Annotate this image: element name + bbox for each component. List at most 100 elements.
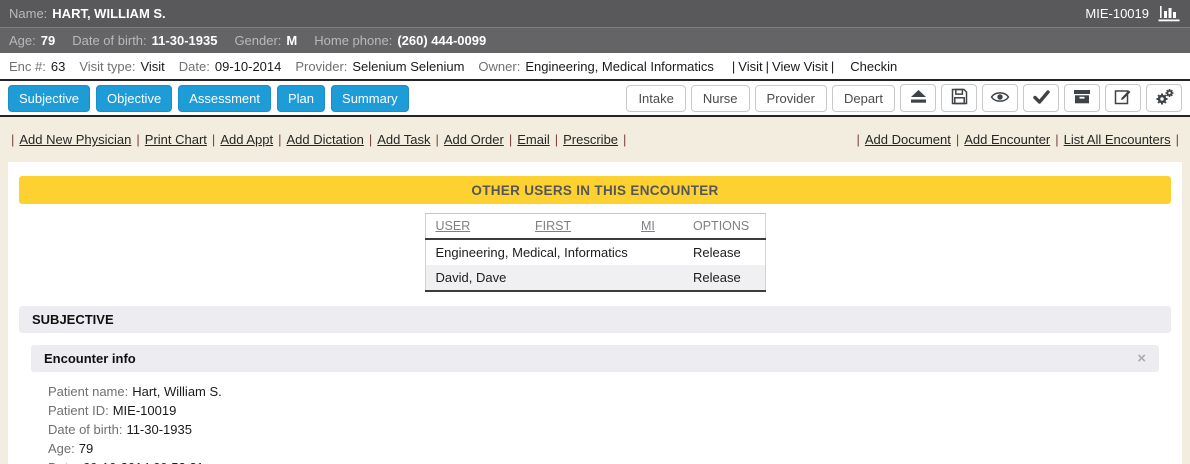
patient-name-label: Name:	[9, 6, 47, 21]
separator: |	[555, 132, 558, 147]
age-value: 79	[41, 33, 55, 48]
bar-chart-icon[interactable]	[1158, 5, 1181, 22]
release-link[interactable]: Release	[693, 270, 741, 285]
separator: |	[766, 59, 769, 74]
visit-type-label: Visit type:	[79, 59, 135, 74]
separator: |	[1055, 132, 1058, 147]
add-document-link[interactable]: Add Document	[865, 132, 951, 147]
add-task-link[interactable]: Add Task	[377, 132, 430, 147]
other-users-banner: OTHER USERS IN THIS ENCOUNTER	[19, 176, 1171, 204]
col-header-user[interactable]: USER	[425, 214, 525, 240]
tab-summary[interactable]: Summary	[331, 85, 409, 112]
tab-assessment[interactable]: Assessment	[178, 85, 271, 112]
subjective-section-header: SUBJECTIVE	[19, 306, 1171, 333]
archive-button[interactable]	[1064, 84, 1100, 112]
enc-date-field: Date:09-10-2014	[179, 59, 282, 74]
visit-link[interactable]: Visit	[738, 59, 762, 74]
provider-value: Selenium Selenium	[352, 59, 464, 74]
options-cell: Release	[683, 265, 765, 291]
add-dictation-link[interactable]: Add Dictation	[286, 132, 363, 147]
eject-icon	[909, 89, 928, 107]
intake-button[interactable]: Intake	[626, 85, 685, 112]
dob-value: 11-30-1935	[152, 33, 218, 48]
nurse-button[interactable]: Nurse	[691, 85, 750, 112]
dob-label: Date of birth:	[72, 33, 146, 48]
enc-number-field: Enc #: 63	[9, 59, 65, 74]
patient-name-value: HART, WILLIAM S.	[52, 6, 165, 21]
patient-header-bar: Name: HART, WILLIAM S. MIE-10019	[0, 0, 1190, 27]
save-button[interactable]	[941, 84, 977, 112]
visit-type-field: Visit type:Visit	[79, 59, 164, 74]
toolbar: Subjective Objective Assessment Plan Sum…	[0, 81, 1190, 117]
enc-number-value: 63	[51, 59, 65, 74]
depart-button[interactable]: Depart	[832, 85, 895, 112]
owner-value: Engineering, Medical Informatics	[525, 59, 714, 74]
table-header-row: USER FIRST MI OPTIONS	[425, 214, 765, 240]
provider-field: Provider:Selenium Selenium	[295, 59, 464, 74]
view-button[interactable]	[982, 84, 1018, 112]
separator: |	[1176, 132, 1179, 147]
list-all-encounters-link[interactable]: List All Encounters	[1064, 132, 1171, 147]
approve-button[interactable]	[1023, 84, 1059, 112]
edit-button[interactable]	[1105, 84, 1141, 112]
email-link[interactable]: Email	[517, 132, 550, 147]
other-users-table: USER FIRST MI OPTIONS Engineering, Medic…	[425, 213, 766, 292]
add-new-physician-link[interactable]: Add New Physician	[19, 132, 131, 147]
home-phone-value: (260) 444-0099	[397, 33, 486, 48]
table-row: David, Dave Release	[425, 265, 765, 291]
gender-field: Gender:M	[234, 33, 297, 48]
separator: |	[831, 59, 834, 74]
owner-label: Owner:	[478, 59, 520, 74]
release-link[interactable]: Release	[693, 245, 741, 260]
col-header-first[interactable]: FIRST	[525, 214, 631, 240]
col-header-mi[interactable]: MI	[631, 214, 683, 240]
add-appt-link[interactable]: Add Appt	[220, 132, 273, 147]
options-cell: Release	[683, 239, 765, 265]
add-order-link[interactable]: Add Order	[444, 132, 504, 147]
home-phone-field: Home phone: (260) 444-0099	[314, 33, 486, 48]
tab-plan[interactable]: Plan	[277, 85, 325, 112]
print-chart-link[interactable]: Print Chart	[145, 132, 207, 147]
check-icon	[1033, 90, 1050, 107]
gender-value: M	[286, 33, 297, 48]
table-row: Engineering, Medical, Informatics Releas…	[425, 239, 765, 265]
dob-field: Date of birth:11-30-1935	[48, 420, 1182, 439]
user-name-cell: Engineering, Medical, Informatics	[425, 239, 683, 265]
encounter-info-title: Encounter info	[44, 351, 136, 366]
gears-icon	[1154, 88, 1174, 109]
checkin-link[interactable]: Checkin	[850, 59, 897, 74]
encounter-info-header: Encounter info ×	[31, 345, 1159, 372]
enc-date-label: Date:	[179, 59, 210, 74]
close-icon[interactable]: ×	[1137, 351, 1146, 366]
content-panel: OTHER USERS IN THIS ENCOUNTER USER FIRST…	[8, 162, 1182, 464]
age-field: Age: 79	[9, 33, 55, 48]
age-label: Age:	[9, 33, 36, 48]
archive-icon	[1073, 89, 1091, 107]
date-field: Date:09-10-2014 09:52:21	[48, 458, 1182, 464]
toolbar-right-tools: Intake Nurse Provider Depart	[621, 84, 1182, 112]
separator: |	[369, 132, 372, 147]
home-phone-label: Home phone:	[314, 33, 392, 48]
settings-button[interactable]	[1146, 84, 1182, 112]
encounter-info-fields: Patient name:Hart, William S. Patient ID…	[48, 382, 1182, 464]
quick-links-right: | Add Document | Add Encounter | List All Enc…	[854, 132, 1181, 147]
patient-name-field: Patient name:Hart, William S.	[48, 382, 1182, 401]
view-visit-link[interactable]: View Visit	[772, 59, 828, 74]
provider-button[interactable]: Provider	[755, 85, 827, 112]
tab-subjective[interactable]: Subjective	[8, 85, 90, 112]
eject-button[interactable]	[900, 84, 936, 112]
separator: |	[136, 132, 139, 147]
encounter-bar: Enc #:63 Visit type:Visit Date:09-10-201…	[0, 53, 1190, 81]
edit-icon	[1114, 88, 1132, 108]
enc-number-label: Enc #:	[9, 59, 46, 74]
tab-objective[interactable]: Objective	[96, 85, 172, 112]
owner-field: Owner: Engineering, Medical Informatics	[478, 59, 714, 74]
prescribe-link[interactable]: Prescribe	[563, 132, 618, 147]
separator: |	[856, 132, 859, 147]
demographics-bar: Age: 79 Date of birth: 11-30-1935 Gender:M…	[0, 27, 1190, 53]
separator: |	[11, 132, 14, 147]
separator: |	[435, 132, 438, 147]
encounter-nav: |Visit|View Visit|	[732, 59, 834, 74]
add-encounter-link[interactable]: Add Encounter	[964, 132, 1050, 147]
main-area: OTHER USERS IN THIS ENCOUNTER USER FIRST…	[0, 162, 1190, 464]
